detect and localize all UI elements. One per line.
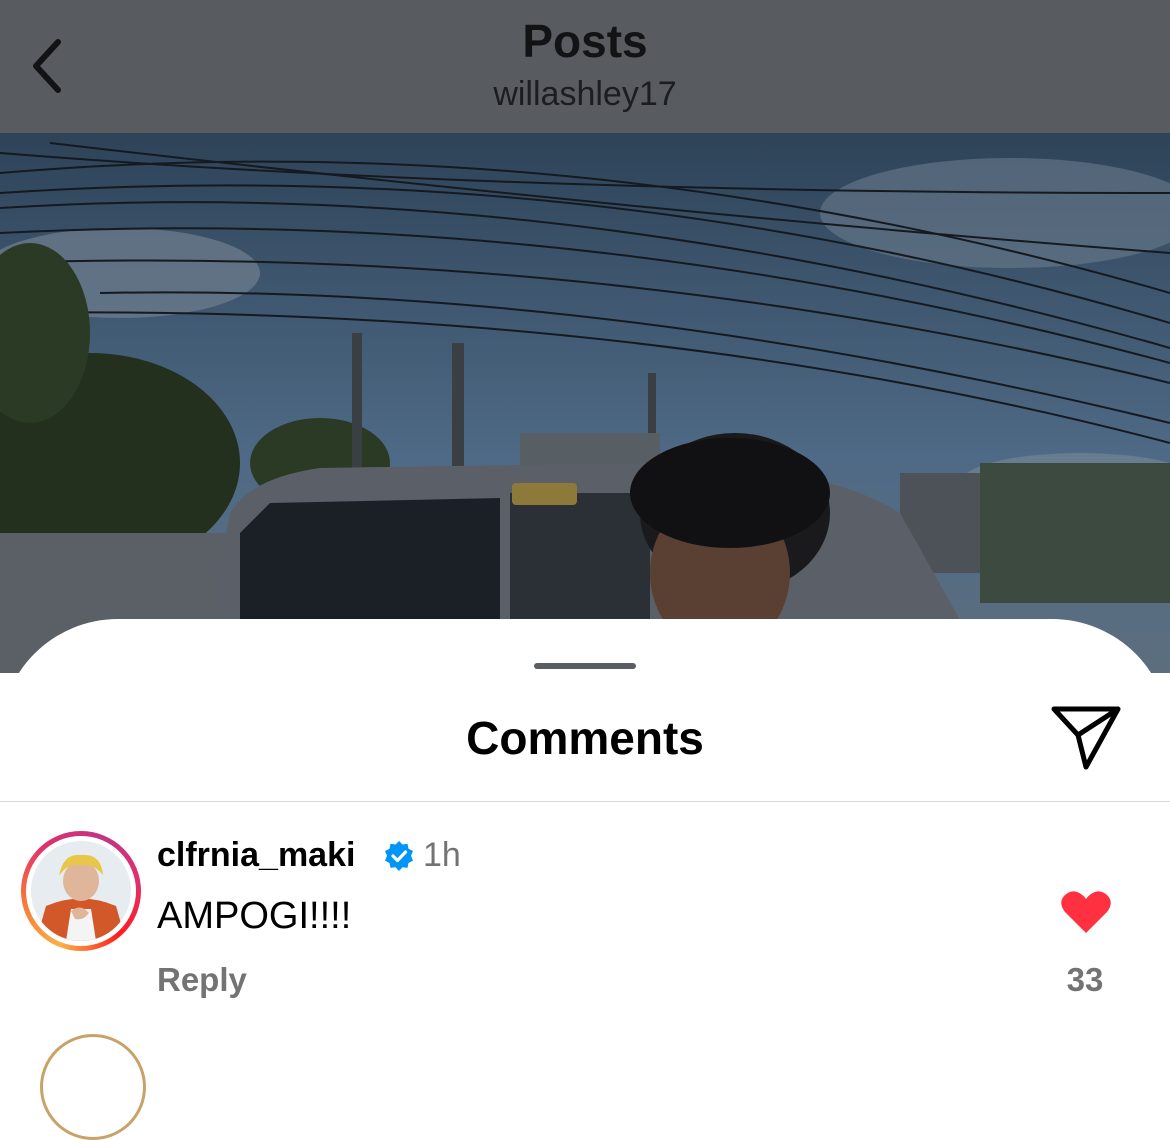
reply-button[interactable]: Reply [157, 961, 247, 999]
like-count: 33 [1066, 961, 1104, 998]
comments-title: Comments [466, 712, 704, 764]
avatar[interactable] [40, 1034, 146, 1140]
post-author-username[interactable]: willashley17 [0, 75, 1170, 114]
verified-badge-icon [385, 841, 413, 871]
send-icon [1051, 706, 1121, 770]
heart-icon [1061, 891, 1111, 933]
comment-username[interactable]: clfrnia_maki [157, 836, 355, 875]
avatar[interactable] [21, 831, 141, 951]
comment-text: AMPOGI!!!! [157, 895, 352, 937]
avatar-image [31, 841, 131, 941]
like-button[interactable] [1060, 889, 1112, 935]
page-title: Posts [522, 15, 648, 67]
post-photo[interactable] [0, 133, 1170, 673]
top-nav-bar: Posts willashley17 [0, 0, 1170, 133]
comment-timestamp: 1h [423, 836, 461, 874]
divider [0, 801, 1170, 802]
comments-sheet: Comments clfrnia_maki 1h AMPOGI!!!! Repl… [0, 619, 1170, 1140]
share-button[interactable] [1046, 699, 1126, 773]
sheet-drag-handle[interactable] [534, 663, 636, 669]
